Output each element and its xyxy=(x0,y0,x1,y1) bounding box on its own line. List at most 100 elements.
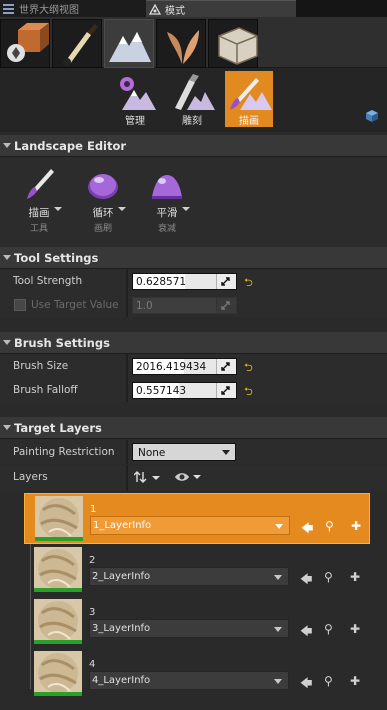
brush-circle-dropdown[interactable]: 循环 画刷 xyxy=(78,167,128,234)
modes-panel: 世界大纲视图 模式 管理 雕刻 描画 Landscape Editor 描画 工… xyxy=(0,0,387,710)
add-plus-icon[interactable]: ✚ xyxy=(350,622,360,636)
use-target-value-checkbox[interactable] xyxy=(14,299,26,311)
brush-size-field[interactable]: 2016.419434 xyxy=(132,358,237,375)
tool-paint-dropdown[interactable]: 描画 工具 xyxy=(14,167,64,234)
layer-thumbnail xyxy=(35,496,83,541)
painting-restriction-row: Painting Restriction None xyxy=(0,440,387,464)
drag-grip[interactable] xyxy=(216,383,236,398)
add-plus-icon[interactable]: ✚ xyxy=(350,570,360,584)
paint-tool-label: 描画 xyxy=(239,116,259,127)
use-selected-arrow-icon[interactable]: 🡄 xyxy=(301,519,313,540)
landscape-mode-button[interactable] xyxy=(104,19,154,68)
falloff-smooth-dropdown[interactable]: 平滑 衰减 xyxy=(142,167,192,234)
circle-brush-icon xyxy=(88,174,118,199)
browse-search-icon[interactable]: ⚲ xyxy=(324,622,333,636)
collapse-arrow-icon xyxy=(3,143,11,148)
chevron-down-icon xyxy=(275,524,283,529)
manage-tool-button[interactable]: 管理 xyxy=(111,71,159,127)
add-plus-icon[interactable]: ✚ xyxy=(350,674,360,688)
landscape-tools: 描画 工具 循环 画刷 平滑 衰减 xyxy=(0,157,387,245)
landscape-mode-icon xyxy=(109,32,151,62)
tab-modes[interactable]: 模式 xyxy=(146,0,296,17)
brush-size-value: 2016.419434 xyxy=(136,361,207,373)
layer-info-select[interactable]: 1_LayerInfo xyxy=(90,516,290,535)
layer-item[interactable]: 3 3_LayerInfo 🡄 ⚲ ✚ xyxy=(24,597,370,648)
tool-settings-header[interactable]: Tool Settings xyxy=(0,247,387,269)
target-layers-header[interactable]: Target Layers xyxy=(0,417,387,439)
manage-icon xyxy=(120,77,156,110)
tab-world-outliner[interactable]: 世界大纲视图 xyxy=(0,0,146,17)
brush-falloff-value: 0.557143 xyxy=(136,385,187,397)
tool-sublabel: 工具 xyxy=(29,224,48,234)
brush-size-label: Brush Size xyxy=(13,360,69,372)
sculpt-tool-button[interactable]: 雕刻 xyxy=(168,71,216,127)
use-selected-arrow-icon[interactable]: 🡄 xyxy=(300,674,312,695)
painting-restriction-value: None xyxy=(138,447,166,459)
geometry-mode-icon xyxy=(218,27,258,65)
layer-item[interactable]: 4 4_LayerInfo 🡄 ⚲ ✚ xyxy=(24,649,370,700)
add-plus-icon[interactable]: ✚ xyxy=(351,519,361,533)
paint-tool-button[interactable]: 描画 xyxy=(225,71,273,127)
brush-falloff-row: Brush Falloff 0.557143 ⮌ xyxy=(0,378,387,402)
manage-tool-label: 管理 xyxy=(125,116,145,127)
cube-icon[interactable] xyxy=(364,108,380,124)
foliage-mode-icon xyxy=(167,30,199,64)
sort-icon[interactable] xyxy=(134,470,164,484)
visibility-eye-icon[interactable] xyxy=(174,470,202,484)
layer-info-name: 2_LayerInfo xyxy=(92,571,151,582)
sculpt-icon xyxy=(175,74,215,110)
layer-thumbnail xyxy=(34,651,82,696)
chevron-down-icon xyxy=(222,450,230,455)
list-icon xyxy=(3,3,14,14)
tool-strength-field[interactable]: 0.628571 xyxy=(132,273,237,290)
browse-search-icon[interactable]: ⚲ xyxy=(325,519,334,533)
painting-restriction-label: Painting Restriction xyxy=(13,446,115,458)
layer-number: 3 xyxy=(89,607,96,618)
brush-size-row: Brush Size 2016.419434 ⮌ xyxy=(0,354,387,378)
tool-strength-row: Tool Strength 0.628571 ⮌ xyxy=(0,269,387,293)
drag-grip[interactable] xyxy=(216,274,236,289)
layer-info-select[interactable]: 2_LayerInfo xyxy=(89,567,289,586)
brush-falloff-field[interactable]: 0.557143 xyxy=(132,382,237,399)
layer-number: 1 xyxy=(90,504,97,515)
drag-grip[interactable] xyxy=(216,359,236,374)
layer-item[interactable]: 2 2_LayerInfo 🡄 ⚲ ✚ xyxy=(24,545,370,596)
reset-arrow-icon[interactable]: ⮌ xyxy=(244,359,253,378)
tool-strength-value: 0.628571 xyxy=(136,276,187,288)
use-selected-arrow-icon[interactable]: 🡄 xyxy=(300,570,312,591)
drag-grip[interactable] xyxy=(216,298,236,313)
target-value-field[interactable]: 1.0 xyxy=(132,297,237,314)
reset-arrow-icon[interactable]: ⮌ xyxy=(244,274,253,293)
paint-brush-icon xyxy=(230,78,272,110)
brush-falloff-label: Brush Falloff xyxy=(13,384,78,396)
column-divider[interactable] xyxy=(126,269,128,293)
chevron-down-icon xyxy=(54,207,62,211)
column-divider[interactable] xyxy=(126,378,128,402)
column-divider[interactable] xyxy=(126,440,128,464)
browse-search-icon[interactable]: ⚲ xyxy=(324,570,333,584)
paint-mode-button[interactable] xyxy=(52,19,102,68)
brush-settings-header[interactable]: Brush Settings xyxy=(0,332,387,354)
column-divider[interactable] xyxy=(126,293,128,317)
layer-info-select[interactable]: 3_LayerInfo xyxy=(89,619,289,638)
landscape-subtoolbar: 管理 雕刻 描画 xyxy=(0,68,387,132)
geometry-mode-button[interactable] xyxy=(208,19,258,68)
column-divider[interactable] xyxy=(126,465,128,491)
painting-restriction-select[interactable]: None xyxy=(132,443,236,461)
place-mode-button[interactable] xyxy=(0,19,50,68)
column-divider[interactable] xyxy=(126,354,128,378)
layer-thumbnail xyxy=(34,599,82,644)
layer-info-name: 1_LayerInfo xyxy=(93,520,152,531)
modes-icon xyxy=(148,3,162,15)
landscape-editor-header[interactable]: Landscape Editor xyxy=(0,135,387,157)
browse-search-icon[interactable]: ⚲ xyxy=(324,674,333,688)
foliage-mode-button[interactable] xyxy=(156,19,206,68)
chevron-down-icon xyxy=(182,207,190,211)
tab-bar: 世界大纲视图 模式 xyxy=(0,0,387,17)
layer-item[interactable]: 1 1_LayerInfo 🡄 ⚲ ✚ xyxy=(24,493,370,544)
reset-arrow-icon[interactable]: ⮌ xyxy=(244,383,253,402)
section-title: Tool Settings xyxy=(14,250,99,265)
layer-info-select[interactable]: 4_LayerInfo xyxy=(89,671,289,690)
tool-sublabel: 画刷 xyxy=(93,224,112,234)
use-selected-arrow-icon[interactable]: 🡄 xyxy=(300,622,312,643)
